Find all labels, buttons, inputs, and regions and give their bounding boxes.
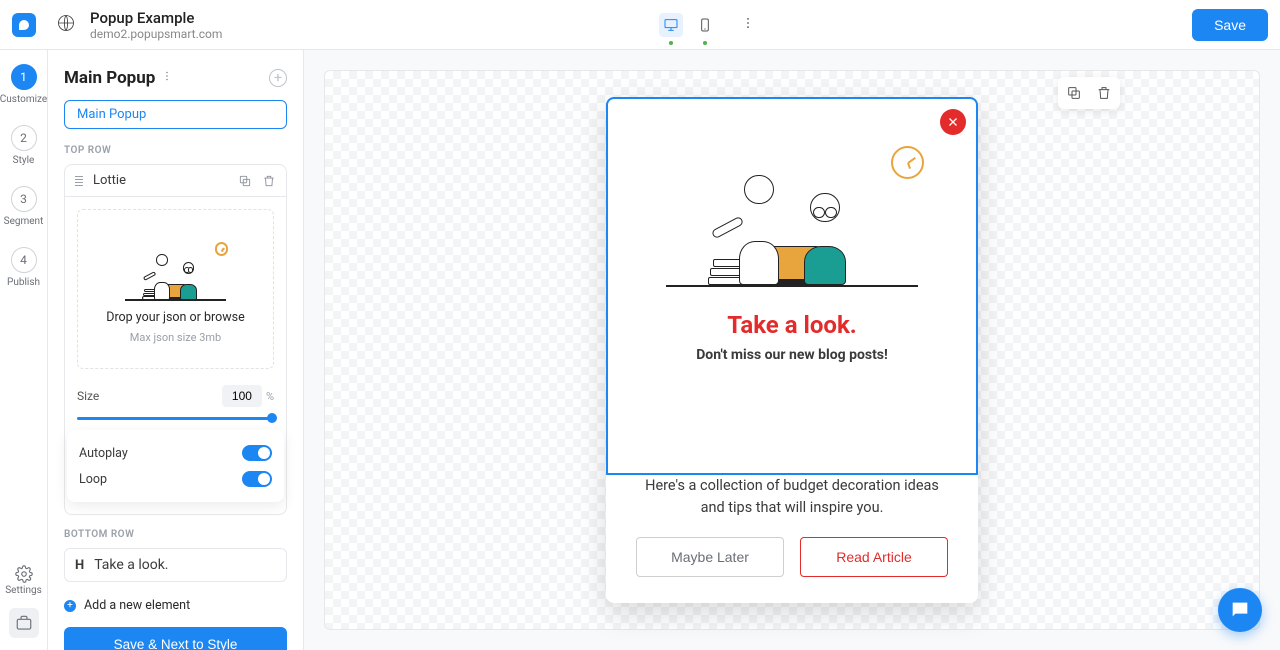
copy-icon[interactable] bbox=[238, 174, 252, 188]
drag-handle-icon[interactable] bbox=[75, 176, 83, 186]
popup-title[interactable]: Take a look. bbox=[624, 311, 960, 339]
size-input[interactable] bbox=[222, 385, 262, 407]
popup-container: Take a look. Don't miss our new blog pos… bbox=[606, 97, 978, 603]
bottom-row-label: BOTTOM ROW bbox=[64, 529, 287, 540]
chat-icon bbox=[1229, 599, 1251, 621]
lottie-preview-illustration bbox=[116, 234, 236, 304]
top-row-label: TOP ROW bbox=[64, 145, 287, 156]
lottie-dropzone[interactable]: Drop your json or browse Max json size 3… bbox=[77, 209, 274, 369]
trash-icon[interactable] bbox=[1096, 85, 1112, 101]
sidebar-more-button[interactable] bbox=[161, 70, 173, 86]
popup-description[interactable]: Here's a collection of budget decoration… bbox=[636, 475, 948, 519]
dropzone-text: Drop your json or browse bbox=[106, 310, 245, 325]
add-popup-button[interactable]: + bbox=[269, 69, 287, 87]
popup-chip[interactable]: Main Popup bbox=[64, 100, 287, 129]
lottie-element-card: Lottie Drop your json or browse Max json… bbox=[64, 164, 287, 515]
maybe-later-button[interactable]: Maybe Later bbox=[636, 537, 784, 577]
briefcase-button[interactable] bbox=[9, 608, 39, 638]
popup-preview[interactable]: Take a look. Don't miss our new blog pos… bbox=[606, 97, 978, 603]
lottie-element-name: Lottie bbox=[93, 173, 228, 188]
popup-top-selected[interactable]: Take a look. Don't miss our new blog pos… bbox=[606, 97, 978, 475]
popup-close-button[interactable] bbox=[940, 109, 966, 135]
mobile-device-button[interactable] bbox=[693, 13, 717, 37]
close-icon bbox=[947, 116, 959, 128]
size-slider[interactable] bbox=[77, 417, 274, 420]
lottie-toggle-panel: Autoplay Loop bbox=[67, 430, 284, 502]
editor-sidebar: Main Popup + Main Popup TOP ROW Lottie bbox=[48, 50, 304, 650]
loop-toggle[interactable] bbox=[242, 471, 272, 487]
save-next-button[interactable]: Save & Next to Style bbox=[64, 627, 287, 650]
element-floating-toolbar bbox=[1058, 77, 1120, 109]
heading-element-row[interactable]: H Take a look. bbox=[64, 548, 287, 582]
preview-canvas: Take a look. Don't miss our new blog pos… bbox=[304, 50, 1280, 650]
autoplay-label: Autoplay bbox=[79, 446, 128, 461]
sidebar-title: Main Popup bbox=[64, 68, 155, 88]
device-toggle-group bbox=[659, 13, 755, 37]
globe-icon bbox=[56, 13, 76, 37]
step-style[interactable]: 2 Style bbox=[4, 125, 44, 166]
topbar: Popup Example demo2.popupsmart.com Save bbox=[0, 0, 1280, 50]
more-options-button[interactable] bbox=[741, 16, 755, 34]
trash-icon[interactable] bbox=[262, 174, 276, 188]
step-publish[interactable]: 4 Publish bbox=[4, 247, 44, 288]
popup-subtitle[interactable]: Don't miss our new blog posts! bbox=[624, 347, 960, 363]
heading-icon: H bbox=[75, 558, 84, 573]
popup-illustration bbox=[642, 125, 942, 295]
settings-button[interactable]: Settings bbox=[4, 565, 44, 596]
popup-body[interactable]: Here's a collection of budget decoration… bbox=[606, 475, 978, 603]
campaign-name: Popup Example bbox=[90, 9, 222, 27]
step-segment[interactable]: 3 Segment bbox=[4, 186, 44, 227]
canvas-frame: Take a look. Don't miss our new blog pos… bbox=[324, 70, 1260, 630]
heading-element-text: Take a look. bbox=[94, 557, 168, 573]
loop-label: Loop bbox=[79, 472, 107, 487]
desktop-device-button[interactable] bbox=[659, 13, 683, 37]
plus-icon: + bbox=[64, 600, 76, 612]
autoplay-toggle[interactable] bbox=[242, 445, 272, 461]
save-button[interactable]: Save bbox=[1192, 9, 1268, 41]
copy-icon[interactable] bbox=[1066, 85, 1082, 101]
chat-widget-button[interactable] bbox=[1218, 588, 1262, 632]
step-customize[interactable]: 1 Customize bbox=[4, 64, 44, 105]
add-element-button[interactable]: + Add a new element bbox=[64, 598, 287, 613]
app-logo[interactable] bbox=[12, 13, 36, 37]
campaign-domain: demo2.popupsmart.com bbox=[90, 27, 222, 41]
dropzone-subtext: Max json size 3mb bbox=[130, 331, 221, 344]
size-label: Size bbox=[77, 389, 222, 403]
lottie-card-header[interactable]: Lottie bbox=[65, 165, 286, 197]
campaign-info: Popup Example demo2.popupsmart.com bbox=[90, 9, 222, 41]
step-nav: 1 Customize 2 Style 3 Segment 4 Publish … bbox=[0, 50, 48, 650]
size-unit: % bbox=[266, 390, 274, 403]
read-article-button[interactable]: Read Article bbox=[800, 537, 948, 577]
